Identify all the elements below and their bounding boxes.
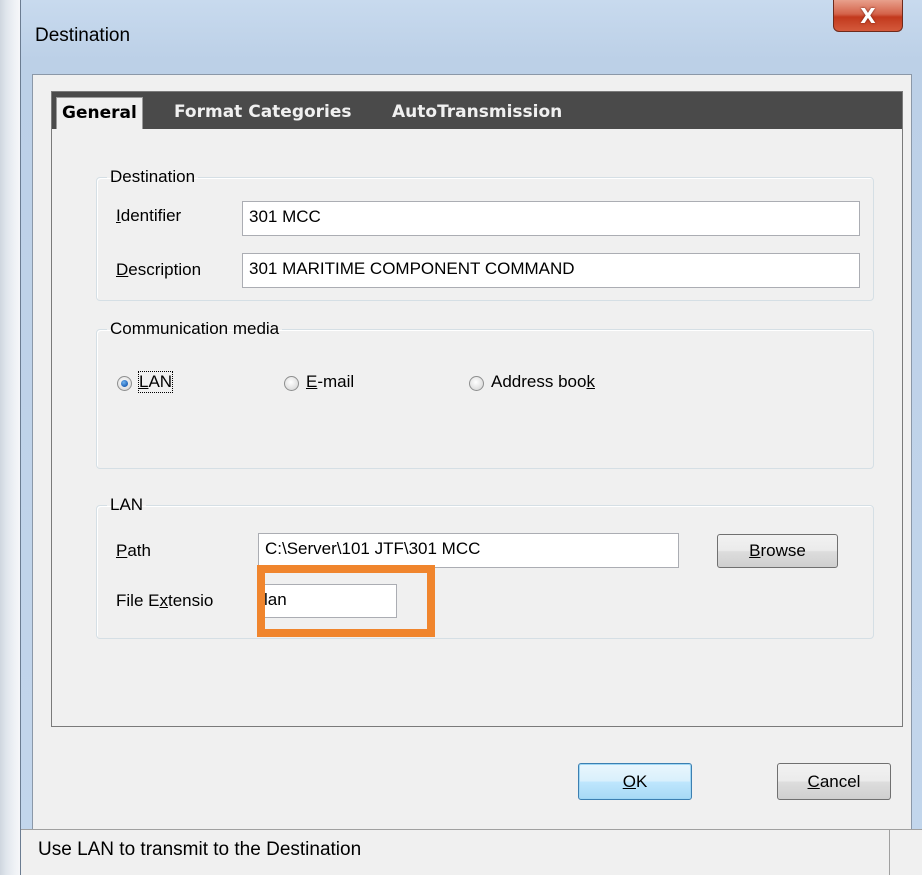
browse-button[interactable]: Browse [717, 534, 838, 568]
status-bar-divider [889, 829, 890, 875]
address-book-radio[interactable] [469, 376, 484, 391]
status-text: Use LAN to transmit to the Destination [38, 839, 362, 860]
ok-button[interactable]: OK [578, 763, 692, 800]
file-extension-label: File Extensio [116, 591, 214, 610]
close-button[interactable]: X [833, 0, 903, 32]
tab-autotransmission[interactable]: AutoTransmission [392, 98, 562, 127]
close-icon: X [860, 3, 876, 28]
email-radio-label[interactable]: E-mail [306, 372, 354, 392]
highlight-box [257, 565, 435, 637]
destination-dialog: Destination X General Format Categories … [20, 0, 922, 875]
tab-format-categories[interactable]: Format Categories [174, 98, 352, 127]
path-label: Path [116, 541, 151, 560]
lan-group-legend: LAN [110, 495, 144, 514]
email-radio[interactable] [284, 376, 299, 391]
communication-media-group: Communication media [96, 319, 874, 469]
identifier-field[interactable]: 301 MCC [242, 201, 860, 236]
tab-strip: General Format Categories AutoTransmissi… [52, 92, 902, 129]
lan-radio[interactable] [117, 376, 132, 391]
communication-media-legend: Communication media [110, 319, 280, 338]
title-bar[interactable]: Destination X [21, 0, 922, 74]
tab-general[interactable]: General [56, 97, 143, 129]
window-title: Destination [35, 25, 131, 46]
path-field[interactable]: C:\Server\101 JTF\301 MCC [258, 533, 679, 568]
address-book-radio-label[interactable]: Address book [491, 372, 595, 392]
desktop-background-edge [0, 0, 20, 875]
description-field[interactable]: 301 MARITIME COMPONENT COMMAND [242, 253, 860, 288]
lan-radio-label[interactable]: LAN [137, 371, 174, 393]
cancel-button[interactable]: Cancel [777, 763, 891, 800]
description-label: Description [116, 260, 202, 279]
identifier-label: Identifier [116, 206, 182, 225]
destination-group-legend: Destination [110, 167, 196, 186]
